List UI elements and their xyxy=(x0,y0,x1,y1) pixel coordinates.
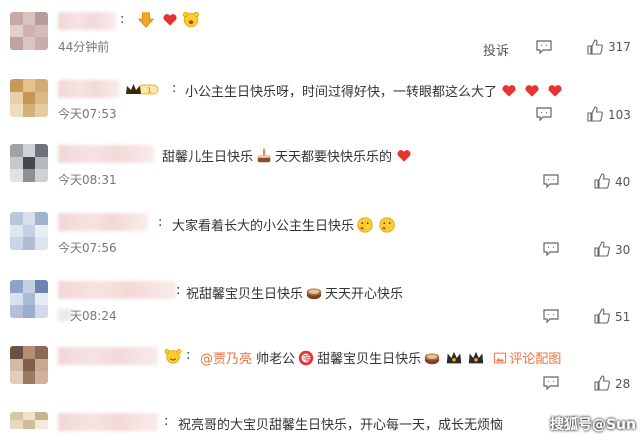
crown-emoji-icon xyxy=(446,351,462,364)
clapping-face-emoji-icon xyxy=(164,348,182,364)
username[interactable] xyxy=(58,213,148,231)
colon: : xyxy=(164,414,169,429)
crown-emoji-icon xyxy=(468,351,484,364)
avatar[interactable] xyxy=(10,12,48,50)
comment-text: 甜馨儿生日快乐 天天都要快快乐乐的 xyxy=(162,146,412,165)
avatar[interactable] xyxy=(10,79,48,117)
svg-text:喵: 喵 xyxy=(303,354,310,363)
like-count: 317 xyxy=(608,40,631,54)
svg-text:1: 1 xyxy=(147,87,151,95)
like-count: 51 xyxy=(615,310,631,324)
username[interactable] xyxy=(58,413,158,431)
comment-item: : @贾乃亮 帅老公喵甜馨宝贝生日快乐 评论配图 28 xyxy=(0,342,640,402)
comment-image-link[interactable]: 评论配图 xyxy=(509,352,561,367)
comment-text: 祝亮哥的大宝贝甜馨生日快乐，开心每一天，成长无烦恼 xyxy=(178,418,504,433)
image-icon[interactable] xyxy=(493,351,507,365)
comment-time: 天08:24 xyxy=(70,309,117,323)
cake-emoji-icon xyxy=(257,148,271,163)
comment-icon[interactable] xyxy=(543,174,559,188)
comment-time: 今天07:56 xyxy=(58,241,117,255)
watermark: 搜狐号@Sun xyxy=(549,417,636,433)
like-icon[interactable] xyxy=(594,308,610,324)
username[interactable] xyxy=(58,80,120,98)
comment-icon[interactable] xyxy=(536,40,552,54)
comment-item: 1 : 小公主生日快乐呀，时间过得好快，一转眼都这么大了 今天07:53 103 xyxy=(0,75,640,135)
colon: : xyxy=(120,12,125,27)
cake-emoji-icon xyxy=(306,288,322,300)
avatar[interactable] xyxy=(10,346,48,384)
username[interactable] xyxy=(58,12,116,30)
avatar[interactable] xyxy=(10,280,48,318)
comment-text: 祝甜馨宝贝生日快乐 天天开心快乐 xyxy=(186,283,403,302)
down-arrow-emoji-icon xyxy=(137,12,155,28)
like-count: 28 xyxy=(615,377,631,391)
comment-text: 大家看着长大的小公主生日快乐 xyxy=(172,215,398,234)
comment-icon[interactable] xyxy=(543,376,559,390)
heart-icon xyxy=(502,85,516,97)
kiss-face-emoji-icon xyxy=(379,217,395,233)
colon: : xyxy=(176,283,181,298)
avatar[interactable] xyxy=(10,212,48,250)
comment-text: 小公主生日快乐呀，时间过得好快，一转眼都这么大了 xyxy=(185,81,563,100)
avatar[interactable] xyxy=(10,412,48,437)
heart-icon xyxy=(525,85,539,97)
username[interactable] xyxy=(58,347,158,365)
colon: : xyxy=(172,81,177,96)
kiss-face-emoji-icon xyxy=(357,217,373,233)
comment-item: 甜馨儿生日快乐 天天都要快快乐乐的 今天08:31 40 xyxy=(0,140,640,200)
username[interactable] xyxy=(58,281,176,299)
comment-text: @贾乃亮 帅老公喵甜馨宝贝生日快乐 评论配图 xyxy=(200,348,561,367)
mention-link[interactable]: @贾乃亮 xyxy=(200,352,252,367)
like-icon[interactable] xyxy=(594,375,610,391)
comment-icon[interactable] xyxy=(536,107,552,121)
comment-item: : 44分钟前 投诉 317 xyxy=(0,0,640,62)
heart-icon xyxy=(397,150,411,162)
colon: : xyxy=(186,348,191,363)
comment-time: 今天08:31 xyxy=(58,173,117,187)
report-button[interactable]: 投诉 xyxy=(483,40,509,59)
comment-icon[interactable] xyxy=(543,242,559,256)
like-icon[interactable] xyxy=(594,241,610,257)
badge-emoji-icon: 喵 xyxy=(298,350,314,366)
comment-icon[interactable] xyxy=(543,309,559,323)
heart-icon xyxy=(163,14,177,26)
colon: : xyxy=(158,215,163,230)
comment-item: : 祝甜馨宝贝生日快乐 天天开心快乐 天08:24 51 xyxy=(0,275,640,335)
like-icon[interactable] xyxy=(587,39,603,55)
like-count: 103 xyxy=(608,108,631,122)
comment-item: : 祝亮哥的大宝贝甜馨生日快乐，开心每一天，成长无烦恼 xyxy=(0,408,640,437)
comment-time: 44分钟前 xyxy=(58,40,110,54)
comment-item: : 大家看着长大的小公主生日快乐 今天07:56 30 xyxy=(0,208,640,268)
comment-time: 今天07:53 xyxy=(58,107,117,121)
avatar[interactable] xyxy=(10,144,48,182)
cheering-face-emoji-icon xyxy=(182,11,200,28)
cake-emoji-icon xyxy=(424,353,440,365)
like-icon[interactable] xyxy=(587,106,603,122)
like-count: 40 xyxy=(615,175,631,189)
username[interactable] xyxy=(58,145,154,163)
heart-icon xyxy=(548,85,562,97)
like-icon[interactable] xyxy=(594,173,610,189)
crown-badge-icon: 1 xyxy=(126,84,159,95)
like-count: 30 xyxy=(615,243,631,257)
